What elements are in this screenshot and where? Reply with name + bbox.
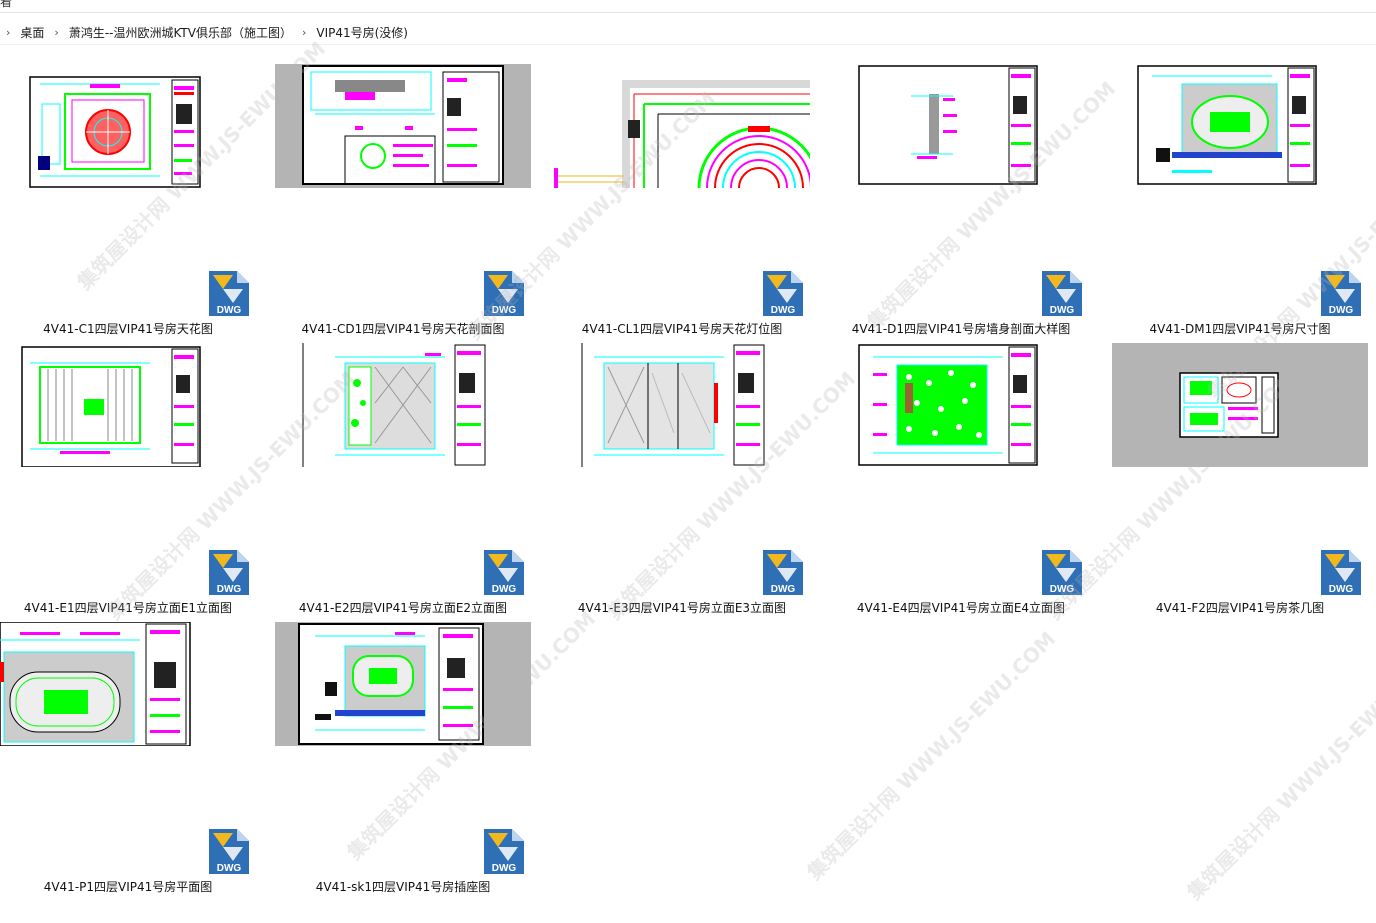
breadcrumb-item-folder[interactable]: VIP41号房(没修) <box>316 24 408 41</box>
file-name: 4V41-CL1四层VIP41号房天花灯位图 <box>581 322 783 336</box>
dwg-file-icon: DWG <box>763 550 803 595</box>
file-thumbnail <box>554 343 810 467</box>
chevron-right-icon[interactable]: › <box>6 26 10 39</box>
dwg-file-icon: DWG <box>1321 550 1361 595</box>
dwg-badge-text: DWG <box>217 305 242 316</box>
breadcrumb-item-project[interactable]: 萧鸿生--温州欧洲城KTV俱乐部（施工图） <box>69 24 292 41</box>
dwg-file-icon: DWG <box>763 271 803 316</box>
dwg-file-icon: DWG <box>209 271 249 316</box>
dwg-file-icon: DWG <box>209 550 249 595</box>
chevron-right-icon[interactable]: › <box>54 26 58 39</box>
file-item[interactable]: DWG 4V41-CL1四层VIP41号房天花灯位图 <box>554 64 810 342</box>
file-item[interactable]: DWG 4V41-DM1四层VIP41号房尺寸图 <box>1112 64 1368 342</box>
dwg-file-icon: DWG <box>1321 271 1361 316</box>
file-item[interactable]: DWG 4V41-D1四层VIP41号房墙身剖面大样图 <box>833 64 1089 342</box>
file-thumbnail <box>833 64 1089 188</box>
dwg-badge-text: DWG <box>1329 305 1354 316</box>
dwg-file-icon: DWG <box>1042 271 1082 316</box>
file-name: 4V41-E4四层VIP41号房立面E4立面图 <box>856 601 1066 615</box>
file-name: 4V41-P1四层VIP41号房平面图 <box>43 880 213 894</box>
watermark: 集筑屋设计网 WWW.JS-EWU.COM <box>1182 646 1376 905</box>
file-thumbnail <box>0 343 256 467</box>
file-item[interactable]: DWG 4V41-P1四层VIP41号房平面图 <box>0 622 256 900</box>
file-thumbnail <box>1112 64 1368 188</box>
dwg-badge-text: DWG <box>492 305 517 316</box>
chevron-right-icon[interactable]: › <box>302 26 306 39</box>
file-item[interactable]: DWG 4V41-C1四层VIP41号房天花图 <box>0 64 256 342</box>
file-item[interactable]: DWG 4V41-E1四层VIP41号房立面E1立面图 <box>0 343 256 621</box>
file-name: 4V41-F2四层VIP41号房茶几图 <box>1155 601 1325 615</box>
file-item[interactable]: DWG 4V41-sk1四层VIP41号房插座图 <box>275 622 531 900</box>
file-thumbnail <box>0 622 256 746</box>
file-thumbnail <box>1112 343 1368 467</box>
dwg-file-icon: DWG <box>484 550 524 595</box>
dwg-file-icon: DWG <box>1042 550 1082 595</box>
file-item[interactable]: DWG 4V41-F2四层VIP41号房茶几图 <box>1112 343 1368 621</box>
file-name: 4V41-D1四层VIP41号房墙身剖面大样图 <box>851 322 1071 336</box>
window-title-strip: 看 <box>0 0 1376 13</box>
dwg-badge-text: DWG <box>217 863 242 874</box>
dwg-file-icon: DWG <box>484 271 524 316</box>
dwg-file-icon: DWG <box>209 829 249 874</box>
file-thumbnail <box>275 64 531 188</box>
file-thumbnail <box>275 343 531 467</box>
file-thumbnail <box>275 622 531 746</box>
dwg-badge-text: DWG <box>492 584 517 595</box>
file-name: 4V41-C1四层VIP41号房天花图 <box>43 322 213 336</box>
dwg-badge-text: DWG <box>492 863 517 874</box>
dwg-badge-text: DWG <box>771 584 796 595</box>
dwg-badge-text: DWG <box>217 584 242 595</box>
dwg-badge-text: DWG <box>1329 584 1354 595</box>
file-item[interactable]: DWG 4V41-E2四层VIP41号房立面E2立面图 <box>275 343 531 621</box>
file-item[interactable]: DWG 4V41-E3四层VIP41号房立面E3立面图 <box>554 343 810 621</box>
file-name: 4V41-DM1四层VIP41号房尺寸图 <box>1149 322 1331 336</box>
watermark: 集筑屋设计网 WWW.JS-EWU.COM <box>802 626 1061 885</box>
file-name: 4V41-E1四层VIP41号房立面E1立面图 <box>23 601 233 615</box>
file-thumbnail <box>0 64 256 188</box>
file-thumbnail <box>833 343 1089 467</box>
dwg-badge-text: DWG <box>1050 584 1075 595</box>
dwg-file-icon: DWG <box>484 829 524 874</box>
file-item[interactable]: DWG 4V41-CD1四层VIP41号房天花剖面图 <box>275 64 531 342</box>
dwg-badge-text: DWG <box>1050 305 1075 316</box>
file-thumbnail <box>554 64 810 188</box>
dwg-badge-text: DWG <box>771 305 796 316</box>
file-name: 4V41-E2四层VIP41号房立面E2立面图 <box>298 601 508 615</box>
file-name: 4V41-E3四层VIP41号房立面E3立面图 <box>577 601 787 615</box>
breadcrumb[interactable]: › 桌面 › 萧鸿生--温州欧洲城KTV俱乐部（施工图） › VIP41号房(没… <box>0 20 1376 45</box>
file-name: 4V41-CD1四层VIP41号房天花剖面图 <box>301 322 505 336</box>
file-name: 4V41-sk1四层VIP41号房插座图 <box>315 880 491 894</box>
file-item[interactable]: DWG 4V41-E4四层VIP41号房立面E4立面图 <box>833 343 1089 621</box>
breadcrumb-item-desktop[interactable]: 桌面 <box>20 24 44 41</box>
window-title: 看 <box>0 0 13 9</box>
